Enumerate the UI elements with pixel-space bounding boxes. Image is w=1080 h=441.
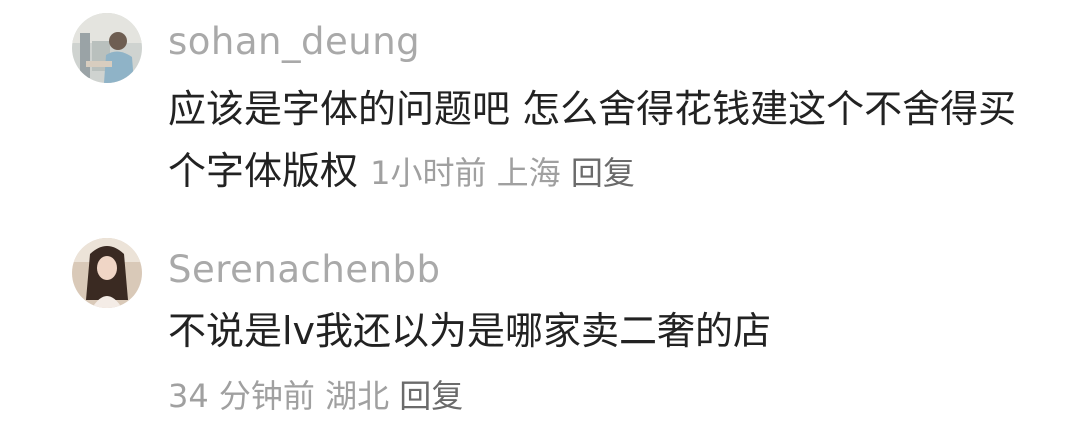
comment-content: 不说是lv我还以为是哪家卖二奢的店	[168, 309, 772, 353]
comment-text: 不说是lv我还以为是哪家卖二奢的店	[168, 300, 1028, 362]
username[interactable]: Serenachenbb	[168, 248, 441, 292]
comment-meta: 1小时前 上海 回复	[370, 154, 635, 192]
comment-location: 湖北	[325, 377, 390, 415]
comment-meta: 34 分钟前 湖北 回复	[168, 374, 463, 418]
user-avatar-image	[72, 13, 142, 83]
username[interactable]: sohan_deung	[168, 20, 420, 64]
avatar[interactable]	[72, 238, 142, 308]
avatar[interactable]	[72, 13, 142, 83]
reply-button[interactable]: 回复	[571, 154, 635, 192]
comment-time: 34 分钟前	[168, 377, 315, 415]
reply-button[interactable]: 回复	[399, 377, 463, 415]
comment-text: 应该是字体的问题吧 怎么舍得花钱建这个不舍得买个字体版权 1小时前 上海 回复	[168, 78, 1028, 204]
comment-location: 上海	[496, 154, 561, 192]
comment-item: Serenachenbb 不说是lv我还以为是哪家卖二奢的店 34 分钟前 湖北…	[0, 220, 1080, 441]
comment-time: 1小时前	[370, 154, 487, 192]
user-avatar-image	[72, 238, 142, 308]
comment-item: sohan_deung 应该是字体的问题吧 怎么舍得花钱建这个不舍得买个字体版权…	[0, 0, 1080, 210]
